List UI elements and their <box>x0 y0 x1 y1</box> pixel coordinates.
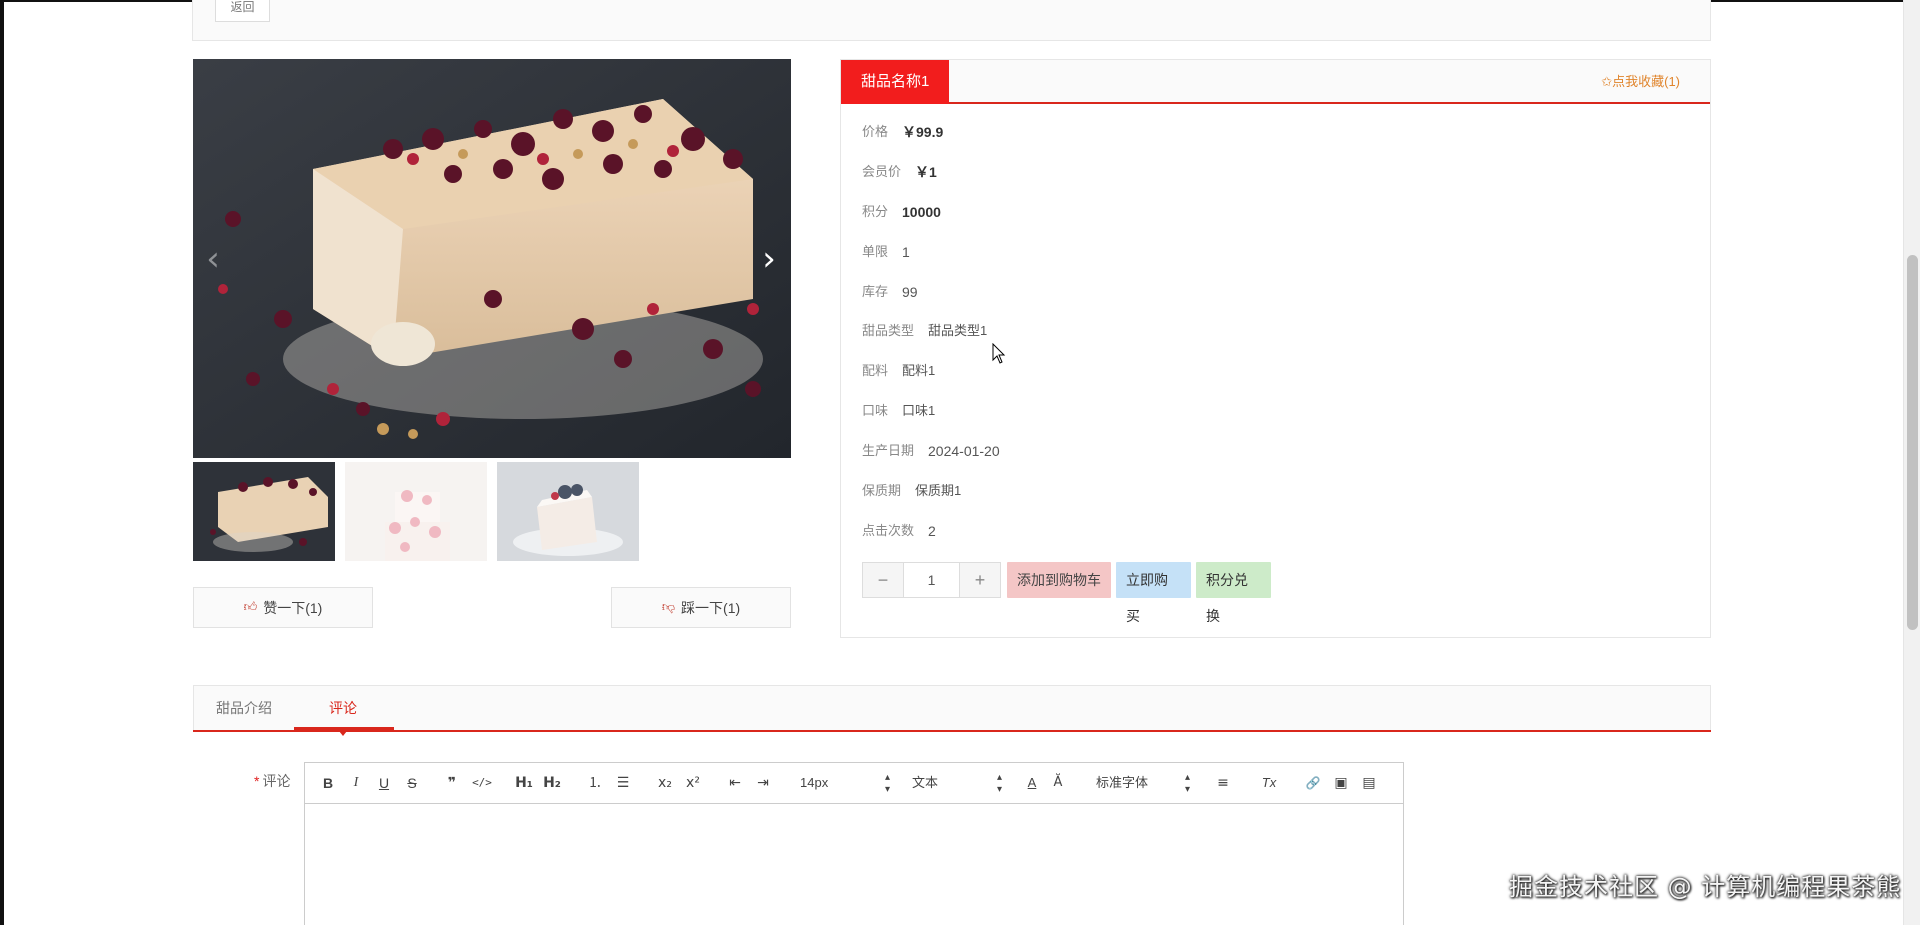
code-block-icon[interactable]: </> <box>471 771 493 795</box>
image-icon[interactable]: ▣ <box>1331 771 1351 795</box>
chevron-left-icon[interactable]: ‹ <box>193 239 233 279</box>
thumbs-up-icon: 👍︎ <box>243 600 258 615</box>
page-scrollbar[interactable] <box>1903 0 1920 925</box>
attr-ingredients: 配料 配料1 <box>862 363 936 378</box>
video-icon[interactable]: ▤ <box>1359 771 1379 795</box>
bullet-list-icon[interactable]: ☰ <box>613 771 633 795</box>
mouse-cursor-icon <box>992 343 1006 364</box>
subscript-icon[interactable]: x₂ <box>655 771 675 795</box>
window-frame-left <box>0 0 4 925</box>
attr-production-date: 生产日期 2024-01-20 <box>862 443 1000 459</box>
attr-member-price: 会员价 ￥1 <box>862 164 937 180</box>
bold-icon[interactable]: B <box>319 771 337 795</box>
thumbs-down-icon: 👎︎ <box>661 600 676 615</box>
indent-icon[interactable]: ⇥ <box>753 771 773 795</box>
scrollbar-thumb[interactable] <box>1907 255 1918 630</box>
cake-photo <box>193 59 791 458</box>
thumbnail-1[interactable] <box>193 462 335 561</box>
tab-comments[interactable]: 评论 <box>307 686 379 731</box>
align-icon[interactable]: ≡ <box>1213 771 1233 795</box>
header-value: 文本 <box>912 775 939 790</box>
quantity-input[interactable] <box>903 563 960 597</box>
superscript-icon[interactable]: x² <box>683 771 703 795</box>
quantity-stepper: − + <box>862 562 1001 598</box>
attr-stock: 库存 99 <box>862 284 918 300</box>
attr-limit: 单限 1 <box>862 244 910 260</box>
font-size-value: 14px <box>800 775 829 790</box>
font-size-select[interactable]: 14px ▴ ▾ <box>800 771 890 795</box>
dislike-button[interactable]: 👎︎ 踩一下(1) <box>611 587 791 628</box>
attr-points: 积分 10000 <box>862 204 941 220</box>
select-arrows-icon: ▴ ▾ <box>884 772 890 795</box>
header-select[interactable]: 文本 ▴ ▾ <box>912 771 1002 795</box>
thumbnail-2[interactable] <box>345 462 487 561</box>
product-image-carousel[interactable]: ‹ › <box>193 59 791 458</box>
strikethrough-icon[interactable]: S <box>403 771 421 795</box>
add-to-cart-button[interactable]: 添加到购物车 <box>1007 562 1111 598</box>
header2-icon[interactable]: H₂ <box>541 771 563 795</box>
plus-icon[interactable]: + <box>960 563 1000 597</box>
font-color-icon[interactable]: A <box>1023 771 1041 795</box>
comment-label: * 评论 <box>254 771 290 791</box>
required-mark: * <box>254 773 260 789</box>
underline-icon[interactable]: U <box>375 771 393 795</box>
tabs-divider <box>193 730 1711 732</box>
buy-now-button[interactable]: 立即购买 <box>1116 562 1191 624</box>
attr-type: 甜品类型 甜品类型1 <box>862 323 988 338</box>
comment-label-text: 评论 <box>262 773 291 789</box>
comment-editor[interactable] <box>304 804 1404 925</box>
attr-click-count: 点击次数 2 <box>862 523 936 539</box>
back-button[interactable]: 返回 <box>215 0 270 22</box>
thumbnail-strip <box>193 462 791 561</box>
italic-icon[interactable]: I <box>347 771 365 795</box>
select-arrows-icon: ▴ ▾ <box>1184 772 1190 795</box>
product-detail-header: 甜品名称1 ✩点我收藏(1) <box>841 60 1710 104</box>
tab-introduction[interactable]: 甜品介绍 <box>194 686 294 731</box>
ordered-list-icon[interactable]: ⒈ <box>585 771 605 795</box>
attr-flavor: 口味 口味1 <box>862 403 936 418</box>
editor-toolbar: B I U S ❞ </> H₁ H₂ ⒈ ☰ x₂ x² ⇤ ⇥ 14px ▴… <box>304 762 1404 804</box>
detail-tabs: 甜品介绍 评论 <box>193 685 1711 736</box>
attr-price: 价格 ￥99.9 <box>862 124 944 140</box>
chevron-right-icon[interactable]: › <box>749 239 789 279</box>
like-button[interactable]: 👍︎ 赞一下(1) <box>193 587 373 628</box>
minus-icon[interactable]: − <box>863 563 903 597</box>
link-icon[interactable]: 🔗 <box>1303 771 1323 795</box>
font-family-value: 标准字体 <box>1096 775 1149 790</box>
font-family-select[interactable]: 标准字体 ▴ ▾ <box>1096 771 1190 795</box>
clear-format-icon[interactable]: Tx <box>1259 771 1279 795</box>
thumbnail-3[interactable] <box>497 462 639 561</box>
product-detail-panel: 甜品名称1 ✩点我收藏(1) 价格 ￥99.9 会员价 ￥1 积分 10000 单限 1… <box>840 59 1711 638</box>
attr-shelf-life: 保质期 保质期1 <box>862 483 962 498</box>
favorite-link[interactable]: ✩点我收藏(1) <box>1601 60 1680 104</box>
points-exchange-button[interactable]: 积分兑换 <box>1196 562 1271 624</box>
like-label: 赞一下(1) <box>263 599 323 616</box>
select-arrows-icon: ▴ ▾ <box>996 772 1002 795</box>
watermark: 掘金技术社区 @ 计算机编程果茶熊 <box>1509 873 1902 901</box>
background-color-icon[interactable]: Ă <box>1049 771 1067 795</box>
header1-icon[interactable]: H₁ <box>513 771 535 795</box>
dislike-label: 踩一下(1) <box>681 599 741 616</box>
outdent-icon[interactable]: ⇤ <box>725 771 745 795</box>
top-bar: 返回 <box>192 0 1711 41</box>
blockquote-icon[interactable]: ❞ <box>443 771 461 795</box>
product-title: 甜品名称1 <box>841 60 950 104</box>
